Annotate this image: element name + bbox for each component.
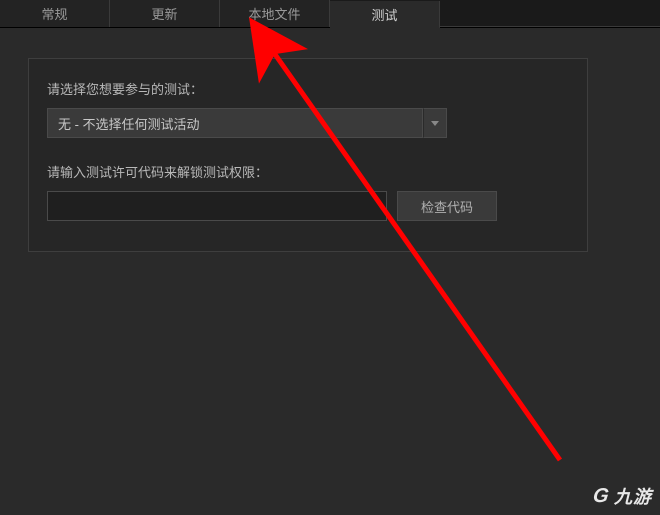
tab-betas[interactable]: 测试 bbox=[330, 1, 440, 28]
watermark: G 九游 bbox=[593, 483, 652, 509]
tab-label: 本地文件 bbox=[248, 4, 300, 23]
beta-select-dropdown-button[interactable] bbox=[423, 108, 447, 138]
beta-code-input[interactable] bbox=[47, 191, 387, 221]
tab-general[interactable]: 常规 bbox=[0, 0, 110, 27]
beta-panel: 请选择您想要参与的测试： 无 - 不选择任何测试活动 请输入测试许可代码来解锁测… bbox=[28, 58, 588, 252]
watermark-logo-icon: G bbox=[592, 485, 612, 508]
tab-label: 常规 bbox=[41, 4, 67, 23]
beta-select-value: 无 - 不选择任何测试活动 bbox=[47, 108, 423, 138]
content-area: 请选择您想要参与的测试： 无 - 不选择任何测试活动 请输入测试许可代码来解锁测… bbox=[0, 28, 660, 282]
tab-updates[interactable]: 更新 bbox=[110, 0, 220, 27]
tab-label: 测试 bbox=[371, 5, 397, 24]
chevron-down-icon bbox=[431, 121, 439, 126]
watermark-text: 九游 bbox=[614, 483, 652, 509]
tab-bar: 常规 更新 本地文件 测试 bbox=[0, 0, 660, 28]
beta-select-label: 请选择您想要参与的测试： bbox=[47, 79, 569, 98]
check-code-button[interactable]: 检查代码 bbox=[397, 191, 497, 221]
tab-filler bbox=[440, 0, 660, 27]
beta-code-label: 请输入测试许可代码来解锁测试权限： bbox=[47, 162, 569, 181]
check-code-label: 检查代码 bbox=[421, 197, 473, 216]
beta-select[interactable]: 无 - 不选择任何测试活动 bbox=[47, 108, 447, 138]
tab-label: 更新 bbox=[151, 4, 177, 23]
code-row: 检查代码 bbox=[47, 191, 569, 221]
tab-local-files[interactable]: 本地文件 bbox=[220, 0, 330, 27]
